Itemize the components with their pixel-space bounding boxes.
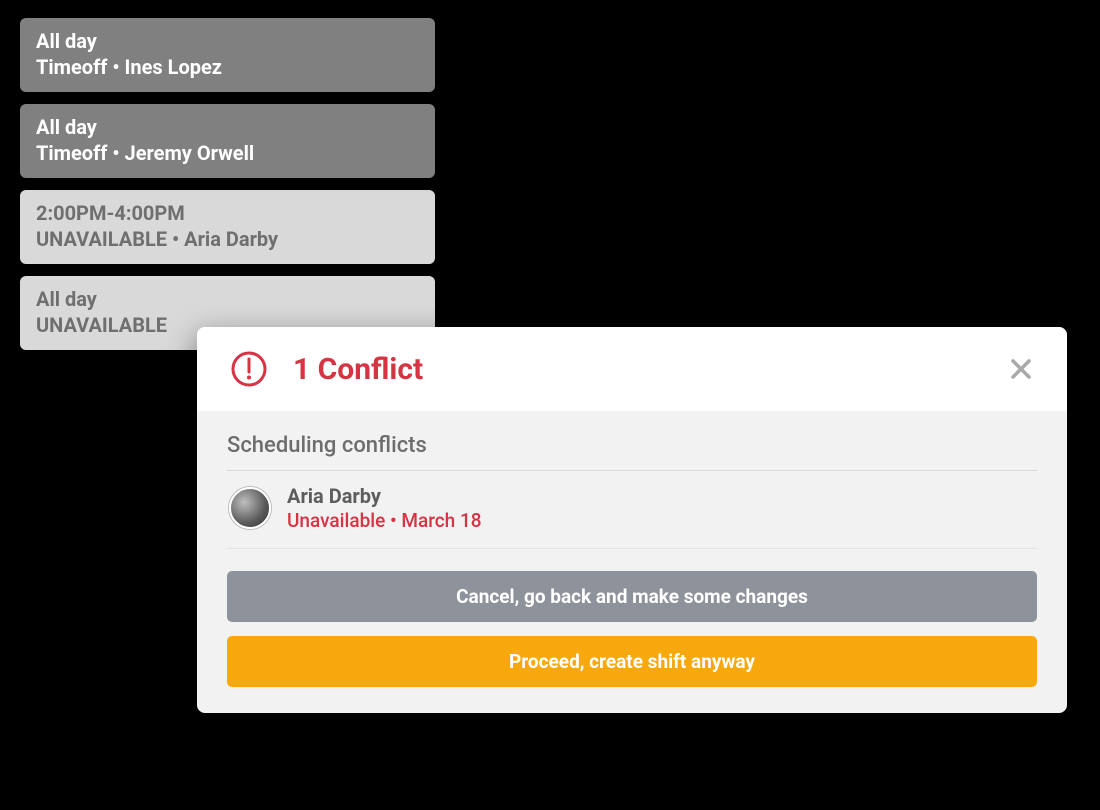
dialog-header: 1 Conflict bbox=[197, 327, 1067, 411]
conflict-text: Aria Darby Unavailable • March 18 bbox=[287, 483, 482, 534]
conflict-detail: Unavailable • March 18 bbox=[287, 509, 482, 534]
card-time: 2:00PM-4:00PM bbox=[36, 200, 419, 226]
dialog-actions: Cancel, go back and make some changes Pr… bbox=[227, 571, 1037, 687]
section-title: Scheduling conflicts bbox=[227, 433, 1037, 471]
close-button[interactable] bbox=[1003, 351, 1039, 387]
dialog-title: 1 Conflict bbox=[293, 352, 1003, 387]
conflict-name: Aria Darby bbox=[287, 483, 482, 509]
dialog-body: Scheduling conflicts Aria Darby Unavaila… bbox=[197, 411, 1067, 713]
schedule-card[interactable]: All day Timeoff • Ines Lopez bbox=[20, 18, 435, 92]
schedule-card[interactable]: 2:00PM-4:00PM UNAVAILABLE • Aria Darby bbox=[20, 190, 435, 264]
close-icon bbox=[1010, 358, 1032, 380]
warning-icon bbox=[229, 349, 269, 389]
schedule-card[interactable]: All day Timeoff • Jeremy Orwell bbox=[20, 104, 435, 178]
proceed-button[interactable]: Proceed, create shift anyway bbox=[227, 636, 1037, 687]
schedule-cards: All day Timeoff • Ines Lopez All day Tim… bbox=[20, 18, 435, 350]
cancel-button[interactable]: Cancel, go back and make some changes bbox=[227, 571, 1037, 622]
conflict-dialog: 1 Conflict Scheduling conflicts Aria Dar… bbox=[197, 327, 1067, 713]
card-time: All day bbox=[36, 114, 419, 140]
card-time: All day bbox=[36, 28, 419, 54]
card-detail: Timeoff • Jeremy Orwell bbox=[36, 140, 419, 166]
conflict-row: Aria Darby Unavailable • March 18 bbox=[227, 471, 1037, 549]
card-time: All day bbox=[36, 286, 419, 312]
card-detail: Timeoff • Ines Lopez bbox=[36, 54, 419, 80]
avatar bbox=[229, 487, 271, 529]
card-detail: UNAVAILABLE • Aria Darby bbox=[36, 226, 419, 252]
